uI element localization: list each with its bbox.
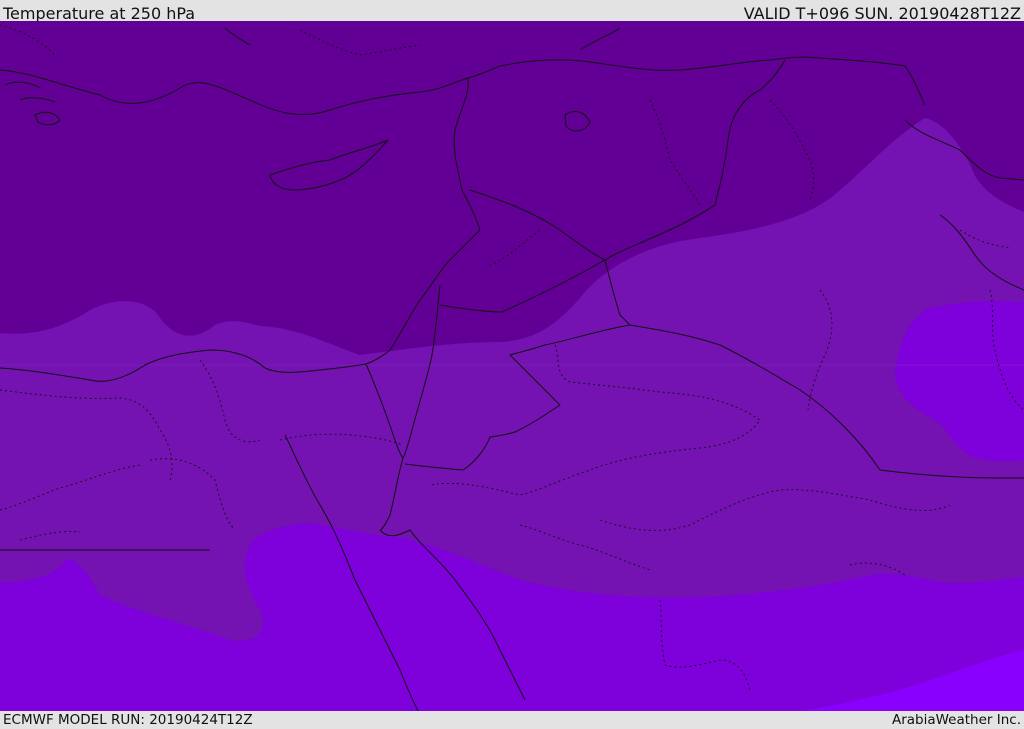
model-run-label: ECMWF MODEL RUN: 20190424T12Z [3, 712, 253, 728]
credit-label: ArabiaWeather Inc. [891, 712, 1021, 728]
temperature-map[interactable] [0, 21, 1024, 711]
map-canvas [0, 21, 1024, 711]
footer-bar: ECMWF MODEL RUN: 20190424T12Z ArabiaWeat… [0, 711, 1024, 729]
header-bar: Temperature at 250 hPa VALID T+096 SUN. … [0, 0, 1024, 23]
